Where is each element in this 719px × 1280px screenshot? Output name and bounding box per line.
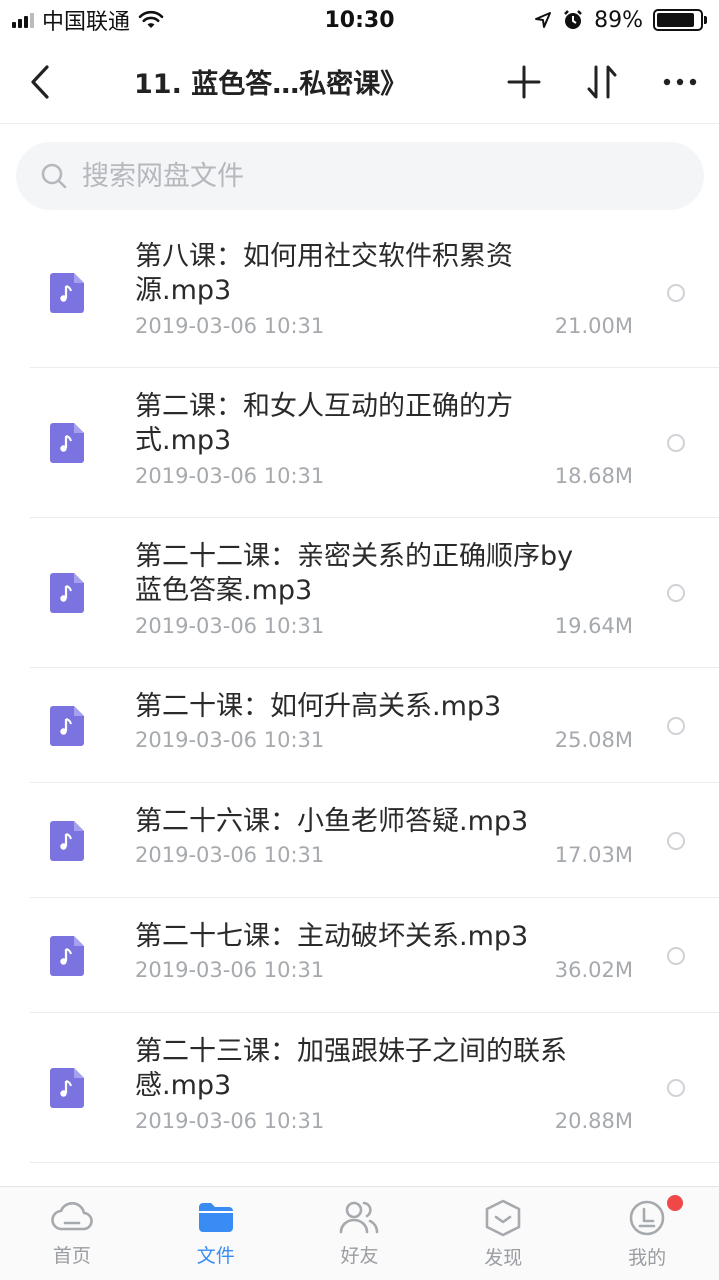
status-bar: 中国联通 10:30 89% <box>0 0 719 40</box>
tab-files[interactable]: 文件 <box>144 1187 288 1280</box>
friends-icon <box>340 1201 379 1234</box>
more-button[interactable] <box>655 57 705 107</box>
signal-icon <box>12 12 34 28</box>
page-title: 11. 蓝色答…私密课》 <box>134 69 408 100</box>
file-row[interactable]: 第二十六课：小鱼老师答疑.mp3 2019-03-06 10:31 17.03M <box>0 783 719 898</box>
plus-icon <box>507 65 541 99</box>
select-checkbox[interactable] <box>667 284 685 302</box>
tab-home-label: 首页 <box>52 1245 91 1267</box>
tab-bar: 首页 文件 好友 发现 我的 <box>0 1186 719 1280</box>
status-left: 中国联通 <box>12 4 164 36</box>
file-name: 第二课：和女人互动的正确的方式.mp3 <box>135 391 513 456</box>
tab-profile[interactable]: 我的 <box>575 1187 719 1280</box>
audio-file-icon <box>50 936 84 976</box>
audio-file-icon <box>50 423 84 463</box>
select-checkbox[interactable] <box>667 584 685 602</box>
file-row[interactable]: 第八课：如何用社交软件积累资源.mp3 2019-03-06 10:31 21.00… <box>0 218 719 368</box>
file-date: 2019-03-06 10:31 <box>135 314 325 338</box>
file-size: 25.08M <box>554 728 633 752</box>
file-size: 20.88M <box>554 1109 633 1133</box>
audio-file-icon <box>50 821 84 861</box>
file-list: 第八课：如何用社交软件积累资源.mp3 2019-03-06 10:31 21.00… <box>0 218 719 1163</box>
select-checkbox[interactable] <box>667 434 685 452</box>
status-right: 89% <box>534 8 707 33</box>
file-date: 2019-03-06 10:31 <box>135 728 325 752</box>
file-date: 2019-03-06 10:31 <box>135 958 325 982</box>
file-size: 19.64M <box>554 614 633 638</box>
file-row[interactable]: 第二十三课：加强跟妹子之间的联系感.mp3 2019-03-06 10:31 20.… <box>0 1013 719 1163</box>
more-icon <box>663 78 697 86</box>
tab-discover[interactable]: 发现 <box>431 1187 575 1280</box>
audio-file-icon <box>50 706 84 746</box>
file-row[interactable]: 第二课：和女人互动的正确的方式.mp3 2019-03-06 10:31 18.68… <box>0 368 719 518</box>
battery-percent: 89% <box>594 7 643 33</box>
nav-actions <box>499 40 705 124</box>
tab-profile-label: 我的 <box>628 1247 667 1269</box>
battery-icon <box>653 9 707 31</box>
file-row[interactable]: 第二十课：如何升高关系.mp3 2019-03-06 10:31 25.08M <box>0 668 719 783</box>
audio-file-icon <box>50 573 84 613</box>
location-icon <box>535 12 552 28</box>
file-name: 第二十六课：小鱼老师答疑.mp3 <box>135 806 529 837</box>
file-row[interactable]: 第二十二课：亲密关系的正确顺序by蓝色答案.mp3 2019-03-06 10:3… <box>0 518 719 668</box>
select-checkbox[interactable] <box>667 831 685 850</box>
folder-icon <box>198 1203 233 1232</box>
file-name: 第二十三课：加强跟妹子之间的联系感.mp3 <box>135 1036 567 1101</box>
wifi-icon <box>138 10 164 28</box>
file-date: 2019-03-06 10:31 <box>135 464 325 488</box>
nav-bar: 11. 蓝色答…私密课》 <box>0 40 719 124</box>
add-button[interactable] <box>499 57 549 107</box>
sort-button[interactable] <box>577 57 627 107</box>
file-size: 17.03M <box>554 843 633 867</box>
file-size: 36.02M <box>554 958 633 982</box>
audio-file-icon <box>50 1068 84 1108</box>
carrier-label: 中国联通 <box>42 10 131 35</box>
file-size: 21.00M <box>554 314 633 338</box>
file-date: 2019-03-06 10:31 <box>135 614 325 638</box>
search-bar[interactable] <box>16 142 704 210</box>
file-date: 2019-03-06 10:31 <box>135 843 325 867</box>
file-name: 第二十二课：亲密关系的正确顺序by蓝色答案.mp3 <box>135 541 574 606</box>
file-date: 2019-03-06 10:31 <box>135 1109 325 1133</box>
tab-friends-label: 好友 <box>340 1245 379 1267</box>
file-size: 18.68M <box>554 464 633 488</box>
select-checkbox[interactable] <box>667 1079 685 1097</box>
discover-icon <box>485 1199 521 1237</box>
file-name: 第二十课：如何升高关系.mp3 <box>135 691 502 722</box>
sort-icon <box>587 65 617 99</box>
file-row[interactable]: 第二十七课：主动破坏关系.mp3 2019-03-06 10:31 36.02M <box>0 898 719 1013</box>
cloud-icon <box>51 1201 93 1231</box>
notification-badge <box>667 1195 684 1211</box>
file-name: 第八课：如何用社交软件积累资源.mp3 <box>135 241 513 306</box>
audio-file-icon <box>50 273 84 313</box>
select-checkbox[interactable] <box>667 716 685 735</box>
alarm-icon <box>564 10 582 29</box>
profile-icon <box>629 1200 665 1236</box>
file-name: 第二十七课：主动破坏关系.mp3 <box>135 921 529 952</box>
tab-discover-label: 发现 <box>484 1247 523 1269</box>
chevron-left-icon <box>31 64 49 99</box>
tab-friends[interactable]: 好友 <box>288 1187 432 1280</box>
tab-home[interactable]: 首页 <box>0 1187 144 1280</box>
search-input[interactable] <box>82 160 642 192</box>
search-icon <box>41 163 67 189</box>
select-checkbox[interactable] <box>667 946 685 965</box>
tab-files-label: 文件 <box>196 1245 235 1267</box>
back-button[interactable] <box>0 40 80 124</box>
